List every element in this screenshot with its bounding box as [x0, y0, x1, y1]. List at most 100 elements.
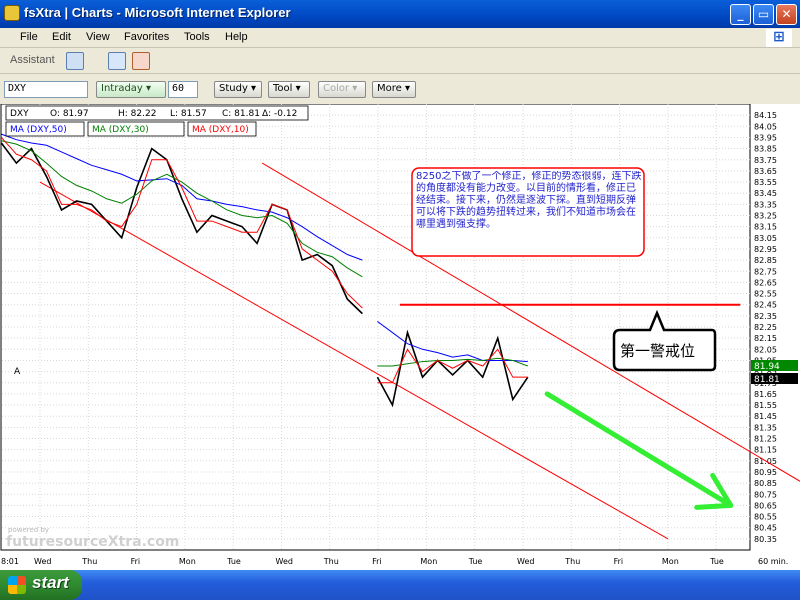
study-label: Study [219, 83, 248, 94]
y-tick-label: 82.55 [754, 290, 777, 299]
menu-view[interactable]: View [86, 31, 110, 43]
y-tick-label: 83.45 [754, 189, 777, 198]
legend-symbol: DXY [10, 109, 29, 119]
ma-legend: MA (DXY,50) MA (DXY,30) MA (DXY,10) [5, 121, 257, 137]
y-tick-label: 81.15 [754, 446, 777, 455]
x-tick-label: Thu [564, 557, 580, 566]
search-icon[interactable] [132, 52, 150, 70]
y-tick-label: 83.15 [754, 223, 777, 232]
last-close-label: 81.81 [754, 375, 780, 385]
study-button[interactable]: Study ▾ [214, 81, 262, 98]
x-tick-label: Wed [34, 557, 51, 566]
y-tick-label: 81.65 [754, 390, 777, 399]
legend-open: O: 81.97 [50, 109, 89, 119]
y-tick-label: 82.95 [754, 245, 777, 254]
windows-logo-icon: ⊞ [766, 29, 792, 47]
start-button[interactable]: start [0, 570, 82, 600]
y-tick-label: 81.45 [754, 412, 777, 421]
y-tick-label: 83.65 [754, 167, 777, 176]
y-tick-label: 82.85 [754, 256, 777, 265]
menu-favorites[interactable]: Favorites [124, 31, 169, 43]
window-title: fsXtra | Charts - Microsoft Internet Exp… [24, 5, 291, 20]
y-tick-label: 83.55 [754, 178, 777, 187]
y-tick-label: 82.15 [754, 334, 777, 343]
y-tick-label: 82.75 [754, 267, 777, 276]
first-time-tick: 8:01 [1, 557, 19, 566]
y-tick-label: 80.75 [754, 490, 777, 499]
x-tick-label: Fri [131, 557, 141, 566]
y-tick-label: 83.85 [754, 145, 777, 154]
more-label: More [377, 83, 402, 94]
x-tick-label: Mon [420, 557, 437, 566]
color-label: Color [323, 83, 350, 94]
y-tick-label: 84.05 [754, 122, 777, 131]
checklist-icon[interactable] [66, 52, 84, 70]
menu-tools[interactable]: Tools [184, 31, 210, 43]
title-bar: fsXtra | Charts - Microsoft Internet Exp… [0, 0, 800, 28]
y-tick-label: 83.25 [754, 212, 777, 221]
x-tick-label: Mon [662, 557, 679, 566]
menu-help[interactable]: Help [225, 31, 248, 43]
y-tick-label: 80.55 [754, 513, 777, 522]
analysis-text-container: 8250之下做了一个修正，修正的势态很弱，连下跌的角度都没有能力改变。以目前的情… [416, 171, 641, 230]
y-axis: 80.3580.4580.5580.6580.7580.8580.9581.05… [754, 111, 777, 544]
y-tick-label: 81.25 [754, 435, 777, 444]
minimize-button[interactable]: _ [730, 4, 751, 25]
corner-marker: A [14, 367, 21, 377]
tool-label: Tool [273, 83, 293, 94]
tool-button[interactable]: Tool ▾ [268, 81, 310, 98]
y-tick-label: 83.05 [754, 234, 777, 243]
x-tick-label: Tue [468, 557, 483, 566]
y-tick-label: 83.35 [754, 200, 777, 209]
interval-note: 60 min. [758, 557, 788, 566]
legend-ma10: MA (DXY,10) [192, 125, 249, 135]
interval-input[interactable]: 60 [168, 81, 198, 98]
app-icon [4, 5, 20, 21]
ohlc-legend: DXY O: 81.97 H: 82.22 L: 81.57 C: 81.81 … [5, 105, 309, 121]
x-tick-label: Fri [372, 557, 382, 566]
legend-close: C: 81.81 [222, 109, 260, 119]
legend-ma50: MA (DXY,50) [10, 125, 67, 135]
x-tick-label: Fri [614, 557, 624, 566]
price-chart[interactable]: 80.3580.4580.5580.6580.7580.8580.9581.05… [0, 103, 800, 581]
x-tick-label: Tue [226, 557, 241, 566]
color-button[interactable]: Color ▾ [318, 81, 366, 98]
x-tick-label: Mon [179, 557, 196, 566]
chart-area: 80.3580.4580.5580.6580.7580.8580.9581.05… [0, 103, 800, 581]
book-icon[interactable] [108, 52, 126, 70]
y-tick-label: 80.45 [754, 524, 777, 533]
x-tick-label: Thu [81, 557, 97, 566]
symbol-input[interactable]: DXY [4, 81, 88, 98]
y-tick-label: 80.95 [754, 468, 777, 477]
maximize-button[interactable]: ▭ [753, 4, 774, 25]
chart-toolbar: DXY Intraday ▾ 60 Study ▾ Tool ▾ Color ▾… [0, 78, 800, 102]
close-button[interactable]: ✕ [776, 4, 797, 25]
y-tick-label: 82.45 [754, 301, 777, 310]
more-button[interactable]: More ▾ [372, 81, 416, 98]
assistant-bar: Assistant [0, 48, 800, 74]
legend-change: Δ: -0.12 [262, 109, 297, 119]
interval-label: Intraday [101, 83, 143, 94]
y-tick-label: 82.35 [754, 312, 777, 321]
interval-dropdown[interactable]: Intraday ▾ [96, 81, 166, 98]
y-tick-label: 84.15 [754, 111, 777, 120]
menu-file[interactable]: File [20, 31, 38, 43]
legend-high: H: 82.22 [118, 109, 156, 119]
current-price-label: 81.94 [754, 362, 780, 372]
x-axis: Wed Thu Fri Mon Tue Wed Thu Fri Mon Tue Wed Thu Fri M… [34, 557, 724, 566]
y-tick-label: 81.55 [754, 401, 777, 410]
x-tick-label: Thu [323, 557, 339, 566]
y-tick-label: 81.35 [754, 423, 777, 432]
y-tick-label: 82.65 [754, 278, 777, 287]
y-tick-label: 80.35 [754, 535, 777, 544]
menu-edit[interactable]: Edit [52, 31, 71, 43]
watermark-brand: futuresourceXtra.com [6, 534, 179, 550]
y-tick-label: 80.65 [754, 501, 777, 510]
windows-flag-icon [8, 576, 26, 594]
y-tick-label: 83.75 [754, 156, 777, 165]
menu-bar: File Edit View Favorites Tools Help [0, 28, 800, 48]
assistant-label: Assistant [10, 54, 55, 66]
legend-ma30: MA (DXY,30) [92, 125, 149, 135]
callout-text: 第一警戒位 [620, 342, 695, 360]
x-tick-label: Tue [709, 557, 724, 566]
